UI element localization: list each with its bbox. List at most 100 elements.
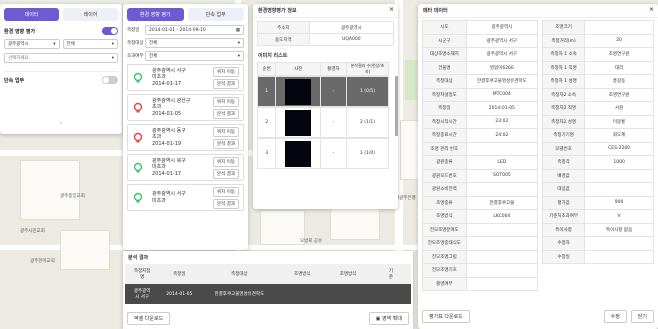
- collapse-icon[interactable]: ⌃: [4, 122, 118, 128]
- env-toggle[interactable]: [102, 27, 118, 35]
- result-button[interactable]: 분석 결과: [213, 168, 239, 179]
- table-row[interactable]: 1 -1 (0/5): [256, 76, 389, 107]
- meta-key: 광원종류: [422, 155, 467, 170]
- cell: 3: [256, 138, 277, 169]
- item-date: 2014-01-17: [152, 80, 182, 87]
- list-item[interactable]: 광주광역시 광산구 초과 2014-01-05 위치 이동 분석 결과: [127, 94, 244, 121]
- edit-button[interactable]: 수정: [603, 310, 627, 323]
- meta-key: 광원모드번호: [422, 168, 467, 183]
- table-row[interactable]: 3 -1 (1/0): [256, 138, 389, 169]
- list-item[interactable]: 광주광역시 북구 미초과 2014-01-17 위치 이동 분석 결과: [127, 154, 244, 181]
- locate-button[interactable]: 위치 이동: [213, 126, 239, 137]
- lightbulb-icon: [132, 192, 144, 204]
- city-select[interactable]: 광주광역시 ▾: [4, 39, 60, 49]
- meta-value: LKC004: [465, 209, 539, 224]
- meta-value: 24:02: [465, 128, 539, 143]
- meta-key: 측정자2 소속: [541, 87, 586, 102]
- col-header: 기 준: [388, 269, 394, 280]
- scrollbar[interactable]: [395, 76, 398, 136]
- meta-value: [465, 182, 539, 197]
- list-item[interactable]: 광주광역시 동구 초과 2014-01-19 위치 이동 분석 결과: [127, 124, 244, 151]
- district-select[interactable]: 전체 ▾: [62, 39, 118, 49]
- list-panel: 환경 영향 평가 단속 업무 측정일 2014-01-01 - 2014-09-…: [123, 4, 248, 250]
- danbok-toggle[interactable]: [102, 76, 118, 84]
- info-key: 주소지: [257, 21, 310, 34]
- target-select[interactable]: 전체 ▾: [145, 38, 244, 48]
- region-select[interactable]: 선택하세요. ▾: [4, 53, 118, 63]
- meta-key: 측정종료시간: [422, 128, 467, 143]
- item-date: 2014-01-17: [152, 170, 182, 177]
- meta-key: 측정대상: [422, 74, 467, 89]
- meta-key: 측정자설정도: [422, 87, 467, 102]
- danbok-label: 단속 업무: [4, 77, 25, 84]
- meta-key: 전모조명그립: [422, 249, 467, 264]
- table-row[interactable]: 2 -2 (1/1): [256, 107, 389, 138]
- city-select-value: 광주광역시: [8, 42, 29, 47]
- close-icon[interactable]: ×: [649, 6, 654, 13]
- col-header: 촬영자: [319, 62, 348, 76]
- meta-value: CES-2200: [584, 141, 654, 156]
- meta-value: 홍길동: [584, 74, 654, 89]
- meta-value: [465, 276, 539, 291]
- meta-value: 조명연구원: [584, 87, 654, 102]
- district-select-value: 전체: [66, 42, 75, 47]
- map-label: 오방로 공유: [300, 239, 323, 244]
- list-item[interactable]: 광주광역시 서구 미초과 위치 이동 분석 결과: [127, 184, 244, 211]
- result-button[interactable]: 분석 결과: [213, 138, 239, 149]
- meta-value: 휘도계: [584, 128, 654, 143]
- list-item[interactable]: 광주광역시 서구 미초과 2014-01-17 위치 이동 분석 결과: [127, 64, 244, 91]
- result-button[interactable]: 분석 결과: [213, 108, 239, 119]
- item-status: 미초과: [152, 197, 166, 204]
- excel-download-button[interactable]: 엑셀 다운로드: [127, 312, 171, 325]
- meta-value: 23:02: [465, 114, 539, 129]
- lightbulb-icon: [132, 102, 144, 114]
- meta-value: 20: [584, 33, 654, 48]
- meta-key: 측정자 1 소속: [541, 47, 586, 62]
- photo-zoom-label: 영역 확대: [382, 316, 402, 322]
- meta-value: V: [584, 209, 654, 224]
- tab-layer[interactable]: 레이어: [63, 8, 118, 21]
- locate-button[interactable]: 위치 이동: [213, 156, 239, 167]
- chevron-down-icon: ▾: [53, 41, 56, 47]
- chevron-down-icon: ▾: [237, 53, 240, 59]
- thumbnail-image[interactable]: [285, 109, 312, 136]
- photo-zoom-button[interactable]: ▣ 영역 확대: [368, 312, 409, 325]
- thumbnail-image[interactable]: [285, 140, 312, 167]
- result-label: 초과여부: [127, 54, 144, 59]
- result-select[interactable]: 전체 ▾: [145, 51, 244, 61]
- close-button[interactable]: 닫기: [630, 310, 654, 323]
- cell: 한결후쿠고물영성유견학도: [214, 292, 265, 297]
- close-icon[interactable]: ×: [389, 6, 394, 13]
- tab-danbok[interactable]: 단속 업무: [187, 8, 244, 21]
- env-info-panel: 환경영향평가 정보 × 주소지 광주광역시 용도지역 UQA000 이미지 리스트 순…: [253, 4, 398, 209]
- cell: 1 (0/5): [346, 76, 389, 107]
- cell: 광주광역 시 서구: [133, 289, 151, 300]
- table-row[interactable]: 광주광역 시 서구 2014-01-05 한결후쿠고물영성유견학도: [125, 284, 411, 304]
- meta-key: 수정자: [541, 236, 586, 251]
- result-button[interactable]: 분석 결과: [213, 78, 239, 89]
- locate-button[interactable]: 위치 이동: [213, 66, 239, 77]
- chevron-down-icon: ▾: [111, 55, 114, 61]
- item-date: 2014-01-19: [152, 140, 182, 147]
- region-select-value: 선택하세요.: [8, 56, 31, 61]
- cell: 2: [256, 107, 277, 138]
- thumbnail-image[interactable]: [285, 78, 312, 105]
- evaluation-download-button[interactable]: 평가표 다운로드: [422, 310, 470, 323]
- tab-data[interactable]: 데이터: [4, 8, 59, 21]
- date-range-value: 2014-01-01 - 2014-09-10: [149, 27, 206, 33]
- meta-value: SOT005: [465, 168, 539, 183]
- result-button[interactable]: 분석 결과: [213, 198, 239, 209]
- meta-key: 측정일: [422, 101, 467, 116]
- meta-value: 광주광역시 서구: [465, 33, 539, 48]
- lightbulb-icon: [132, 132, 144, 144]
- meta-key: 전모조명기호: [422, 263, 467, 278]
- locate-button[interactable]: 위치 이동: [213, 186, 239, 197]
- locate-button[interactable]: 위치 이동: [213, 96, 239, 107]
- lightbulb-icon: [132, 162, 144, 174]
- col-header: 측정일: [173, 272, 186, 277]
- meta-value: 대리: [584, 60, 654, 75]
- date-range-input[interactable]: 2014-01-01 - 2014-09-10 ▦: [145, 25, 244, 35]
- tab-env[interactable]: 환경 영향 평가: [127, 8, 184, 21]
- chevron-down-icon: ▾: [237, 40, 240, 46]
- meta-key: 조명종류: [422, 195, 467, 210]
